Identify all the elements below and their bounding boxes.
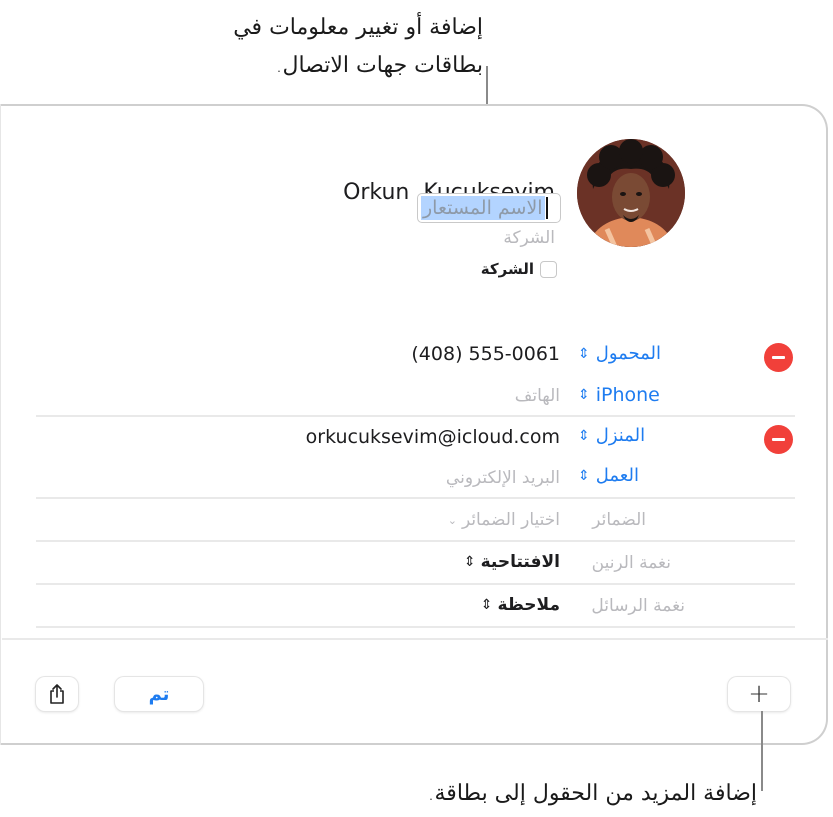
ringtone-label: نغمة الرنين bbox=[591, 553, 671, 573]
phone-new-label: iPhone bbox=[595, 384, 660, 406]
stepper-icon: ⇕ bbox=[578, 467, 590, 484]
nickname-placeholder-selected: الاسم المستعار bbox=[421, 196, 545, 220]
pronouns-value: اختيار الضمائر bbox=[461, 510, 560, 530]
separator bbox=[36, 583, 795, 585]
text-cursor bbox=[545, 197, 548, 219]
phone-label-select[interactable]: المحمول ⇕ bbox=[578, 343, 670, 364]
email-new-field[interactable]: البريد الإلكتروني bbox=[446, 468, 560, 488]
email-new-label-select[interactable]: العمل ⇕ bbox=[578, 465, 670, 486]
plus-icon: + bbox=[748, 679, 770, 709]
stepper-icon: ⇕ bbox=[578, 345, 590, 362]
first-name[interactable]: Orkun bbox=[343, 180, 409, 205]
phone-new-label-select[interactable]: ⇕ iPhone bbox=[578, 384, 660, 406]
share-icon bbox=[50, 684, 64, 704]
email-value[interactable]: orkucuksevim@icloud.com bbox=[306, 426, 560, 448]
phone-value[interactable]: (408) 555-0061 bbox=[411, 343, 560, 365]
text-tone-select[interactable]: ملاحظة ⇕ bbox=[481, 595, 560, 615]
separator bbox=[36, 497, 795, 499]
pronouns-label: الضمائر bbox=[592, 510, 646, 530]
company-checkbox-label: الشركة bbox=[480, 260, 534, 278]
footer-divider bbox=[2, 638, 828, 640]
text-tone-label: نغمة الرسائل bbox=[591, 596, 685, 616]
top-callout-line2: بطاقات جهات الاتصال. bbox=[275, 53, 484, 78]
stepper-icon: ⇕ bbox=[578, 387, 590, 403]
remove-phone-button[interactable] bbox=[764, 343, 793, 372]
stepper-icon: ⇕ bbox=[480, 597, 493, 613]
email-label-select[interactable]: المنزل ⇕ bbox=[578, 425, 670, 446]
add-field-button[interactable]: + bbox=[728, 677, 790, 711]
company-checkbox-row[interactable]: الشركة bbox=[481, 260, 557, 278]
stepper-icon: ⇕ bbox=[463, 554, 476, 570]
bottom-callout: إضافة المزيد من الحقول إلى بطاقة. bbox=[427, 781, 757, 806]
top-callout: إضافة أو تغيير معلومات في بطاقات جهات ال… bbox=[63, 10, 483, 84]
company-field[interactable]: الشركة bbox=[503, 228, 555, 248]
share-button[interactable] bbox=[36, 677, 78, 711]
phone-label: المحمول bbox=[595, 343, 662, 364]
chevron-down-icon: ⌄ bbox=[447, 513, 457, 527]
bottom-callout-leader-line bbox=[761, 711, 763, 791]
remove-email-button[interactable] bbox=[764, 425, 793, 454]
separator bbox=[36, 626, 795, 628]
ringtone-select[interactable]: الافتتاحية ⇕ bbox=[464, 552, 560, 572]
done-label: تم bbox=[148, 683, 170, 705]
top-callout-line1: إضافة أو تغيير معلومات في bbox=[233, 15, 483, 40]
email-label: المنزل bbox=[595, 425, 646, 446]
separator bbox=[36, 415, 795, 417]
stepper-icon: ⇕ bbox=[578, 427, 590, 444]
avatar-photo bbox=[577, 139, 685, 247]
ringtone-value: الافتتاحية bbox=[480, 552, 560, 572]
text-tone-value: ملاحظة bbox=[497, 595, 560, 615]
separator bbox=[36, 540, 795, 542]
company-checkbox[interactable] bbox=[540, 260, 557, 278]
email-new-label: العمل bbox=[595, 465, 639, 486]
nickname-field[interactable]: الاسم المستعار bbox=[417, 193, 561, 223]
pronouns-select[interactable]: اختيار الضمائر ⌄ bbox=[448, 510, 560, 530]
phone-new-field[interactable]: الهاتف bbox=[515, 386, 560, 406]
avatar[interactable] bbox=[577, 139, 685, 247]
done-button[interactable]: تم bbox=[115, 677, 203, 711]
